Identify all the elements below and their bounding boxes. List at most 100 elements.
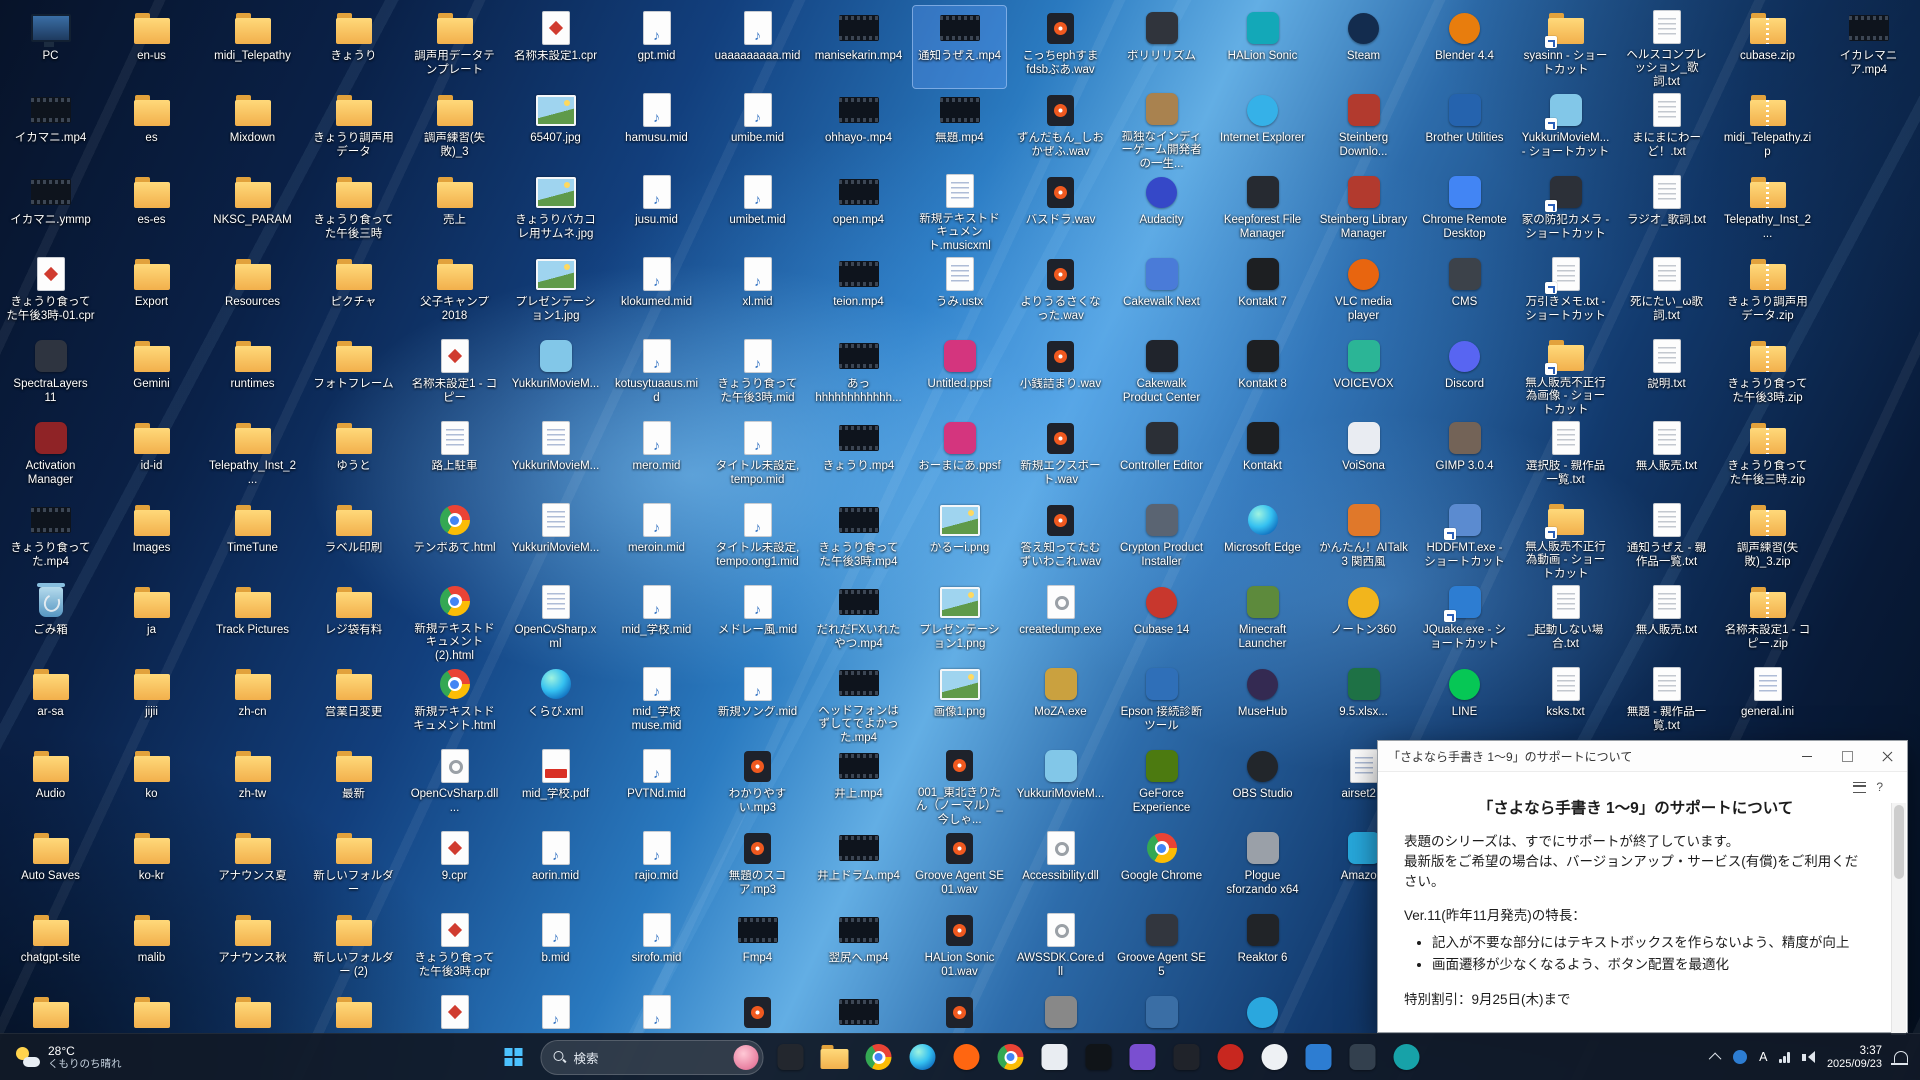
desktop-icon[interactable]: プレゼンテーション1.png [913,580,1006,662]
desktop-icon[interactable]: プレゼンテーション1.jpg [509,252,602,334]
desktop-icon[interactable]: NKSC_PARAM [206,170,299,252]
desktop-icon[interactable]: きょうりバカコレ用サムネ.jpg [509,170,602,252]
desktop-icon[interactable]: 調声練習(失敗)_3 [408,88,501,170]
desktop-icon[interactable]: 営業日変更 [307,662,400,744]
desktop-icon[interactable]: umibet.mid [711,170,804,252]
taskbar-app-chrome[interactable] [859,1037,899,1077]
desktop-icon[interactable]: 井上ドラム.mp4 [812,826,905,908]
desktop-icon[interactable]: 路上駐車 [408,416,501,498]
desktop-icon[interactable]: Cakewalk Next [1115,252,1208,334]
desktop-icon[interactable]: きょうり食ってた.mp4 [4,498,97,580]
desktop-icon[interactable]: 井上.mp4 [812,744,905,826]
desktop-icon[interactable]: 売上 [408,170,501,252]
desktop-icon[interactable]: Controller Editor [1115,416,1208,498]
taskbar-app-openutau[interactable] [1255,1037,1295,1077]
desktop-icon[interactable]: Brother Utilities [1418,88,1511,170]
maximize-button[interactable] [1827,741,1867,771]
desktop-icon[interactable]: HALion Sonic [1216,6,1309,88]
desktop-icon[interactable]: テンポあて.html [408,498,501,580]
desktop-icon[interactable]: Groove Agent SE 01.wav [913,826,1006,908]
taskbar-app-youtube-music[interactable] [1211,1037,1251,1077]
desktop-icon[interactable]: jusu.mid [610,170,703,252]
desktop-icon[interactable]: 翌尻へ.mp4 [812,908,905,990]
desktop-icon[interactable]: runtimes [206,334,299,416]
desktop-icon[interactable]: MuseHub [1216,662,1309,744]
desktop-icon[interactable]: sirofo.mid [610,908,703,990]
taskbar-app-media-app[interactable] [1123,1037,1163,1077]
desktop-icon[interactable]: 無人販売.txt [1620,416,1713,498]
desktop-icon[interactable]: アナウンス秋 [206,908,299,990]
desktop-icon[interactable]: ko-kr [105,826,198,908]
desktop-icon[interactable]: meroin.mid [610,498,703,580]
desktop-icon[interactable]: OpenCvSharp.xml [509,580,602,662]
desktop-icon[interactable]: 無人販売.txt [1620,580,1713,662]
desktop-icon[interactable]: イカレマニア.mp4 [1822,6,1915,88]
desktop-icon[interactable]: くらび.xml [509,662,602,744]
desktop-icon[interactable]: イカマニ.ymmp [4,170,97,252]
search-input[interactable]: 検索 [541,1040,764,1075]
desktop-icon[interactable]: rajio.mid [610,826,703,908]
desktop-icon[interactable]: manisekarin.mp4 [812,6,905,88]
desktop-icon[interactable]: midi_Telepathy.zip [1721,88,1814,170]
desktop-icon[interactable]: Steinberg Library Manager [1317,170,1410,252]
desktop-icon[interactable]: おーまにあ.ppsf [913,416,1006,498]
desktop-icon[interactable]: Telepathy_Inst_2... [1721,170,1814,252]
ime-indicator[interactable]: A [1759,1050,1767,1064]
desktop-icon[interactable]: Resources [206,252,299,334]
desktop-icon[interactable]: ko [105,744,198,826]
desktop-icon[interactable]: SpectraLayers 11 [4,334,97,416]
desktop-icon[interactable]: Activation Manager [4,416,97,498]
desktop-icon[interactable]: 死にたい_ω歌詞.txt [1620,252,1713,334]
taskbar-app-cubase[interactable] [1343,1037,1383,1077]
desktop-icon[interactable]: よりうるさくなった.wav [1014,252,1107,334]
desktop-icon[interactable]: xl.mid [711,252,804,334]
desktop-icon[interactable]: 無題.mp4 [913,88,1006,170]
desktop-icon[interactable]: Chrome Remote Desktop [1418,170,1511,252]
notification-bell-icon[interactable] [1894,1051,1908,1063]
desktop-icon[interactable]: PC [4,6,97,88]
hidden-icons-chevron-icon[interactable] [1709,1052,1722,1065]
desktop-icon[interactable]: きょうり調声用データ.zip [1721,252,1814,334]
desktop-icon[interactable]: malib [105,908,198,990]
desktop-icon[interactable]: かるーi.png [913,498,1006,580]
desktop-icon[interactable]: Gemini [105,334,198,416]
desktop-icon[interactable]: 答え知ってたむずいわこれ.wav [1014,498,1107,580]
desktop-icon[interactable]: ごみ箱 [4,580,97,662]
desktop-icon[interactable]: 通知うぜえ.mp4 [913,6,1006,88]
desktop-icon[interactable]: きょうり食ってた午後3時.cpr [408,908,501,990]
desktop-icon[interactable]: Telepathy_Inst_2... [206,416,299,498]
desktop-icon[interactable]: Export [105,252,198,334]
desktop-icon[interactable]: Steinberg Downlo... [1317,88,1410,170]
desktop-icon[interactable]: ゆうと [307,416,400,498]
desktop-icon[interactable]: メドレー風.mid [711,580,804,662]
desktop-icon[interactable]: きょうり食ってた午後3時-01.cpr [4,252,97,334]
desktop-icon[interactable]: ずんだもん_しおかぜふ.wav [1014,88,1107,170]
desktop-icon[interactable]: OpenCvSharp.dll... [408,744,501,826]
desktop-icon[interactable]: HDDFMT.exe - ショートカット [1418,498,1511,580]
desktop-icon[interactable]: 新しいフォルダー (2) [307,908,400,990]
desktop-icon[interactable]: CMS [1418,252,1511,334]
desktop-icon[interactable]: VoiSona [1317,416,1410,498]
desktop-icon[interactable]: タイトル未設定, tempo.mid [711,416,804,498]
desktop-icon[interactable]: YukkuriMovieM... [509,334,602,416]
taskbar-app-musehub[interactable] [1387,1037,1427,1077]
desktop-icon[interactable]: YukkuriMovieM... [509,416,602,498]
dialog-titlebar[interactable]: 「さよなら手書き 1〜9」のサポートについて [1378,741,1907,772]
desktop-icon[interactable]: YukkuriMovieM... [1014,744,1107,826]
desktop-icon[interactable]: うみ.ustx [913,252,1006,334]
desktop-icon[interactable]: gpt.mid [610,6,703,88]
desktop-icon[interactable]: Fmp4 [711,908,804,990]
close-button[interactable] [1867,741,1907,771]
desktop-icon[interactable]: LINE [1418,662,1511,744]
desktop-icon[interactable]: GeForce Experience [1115,744,1208,826]
desktop-icon[interactable]: general.ini [1721,662,1814,744]
desktop-icon[interactable]: 家の防犯カメラ - ショートカット [1519,170,1612,252]
desktop-icon[interactable]: 新規テキストドキュメント.html [408,662,501,744]
desktop-icon[interactable]: _起動しない場合.txt [1519,580,1612,662]
desktop-icon[interactable]: タイトル未設定, tempo.ong1.mid [711,498,804,580]
desktop-icon[interactable]: 無題のスコア.mp3 [711,826,804,908]
desktop-icon[interactable]: HALion Sonic 01.wav [913,908,1006,990]
desktop-icon[interactable]: 画像1.png [913,662,1006,744]
desktop-icon[interactable]: Minecraft Launcher [1216,580,1309,662]
desktop-icon[interactable]: 新規テキストドキュメント.musicxml [913,170,1006,252]
